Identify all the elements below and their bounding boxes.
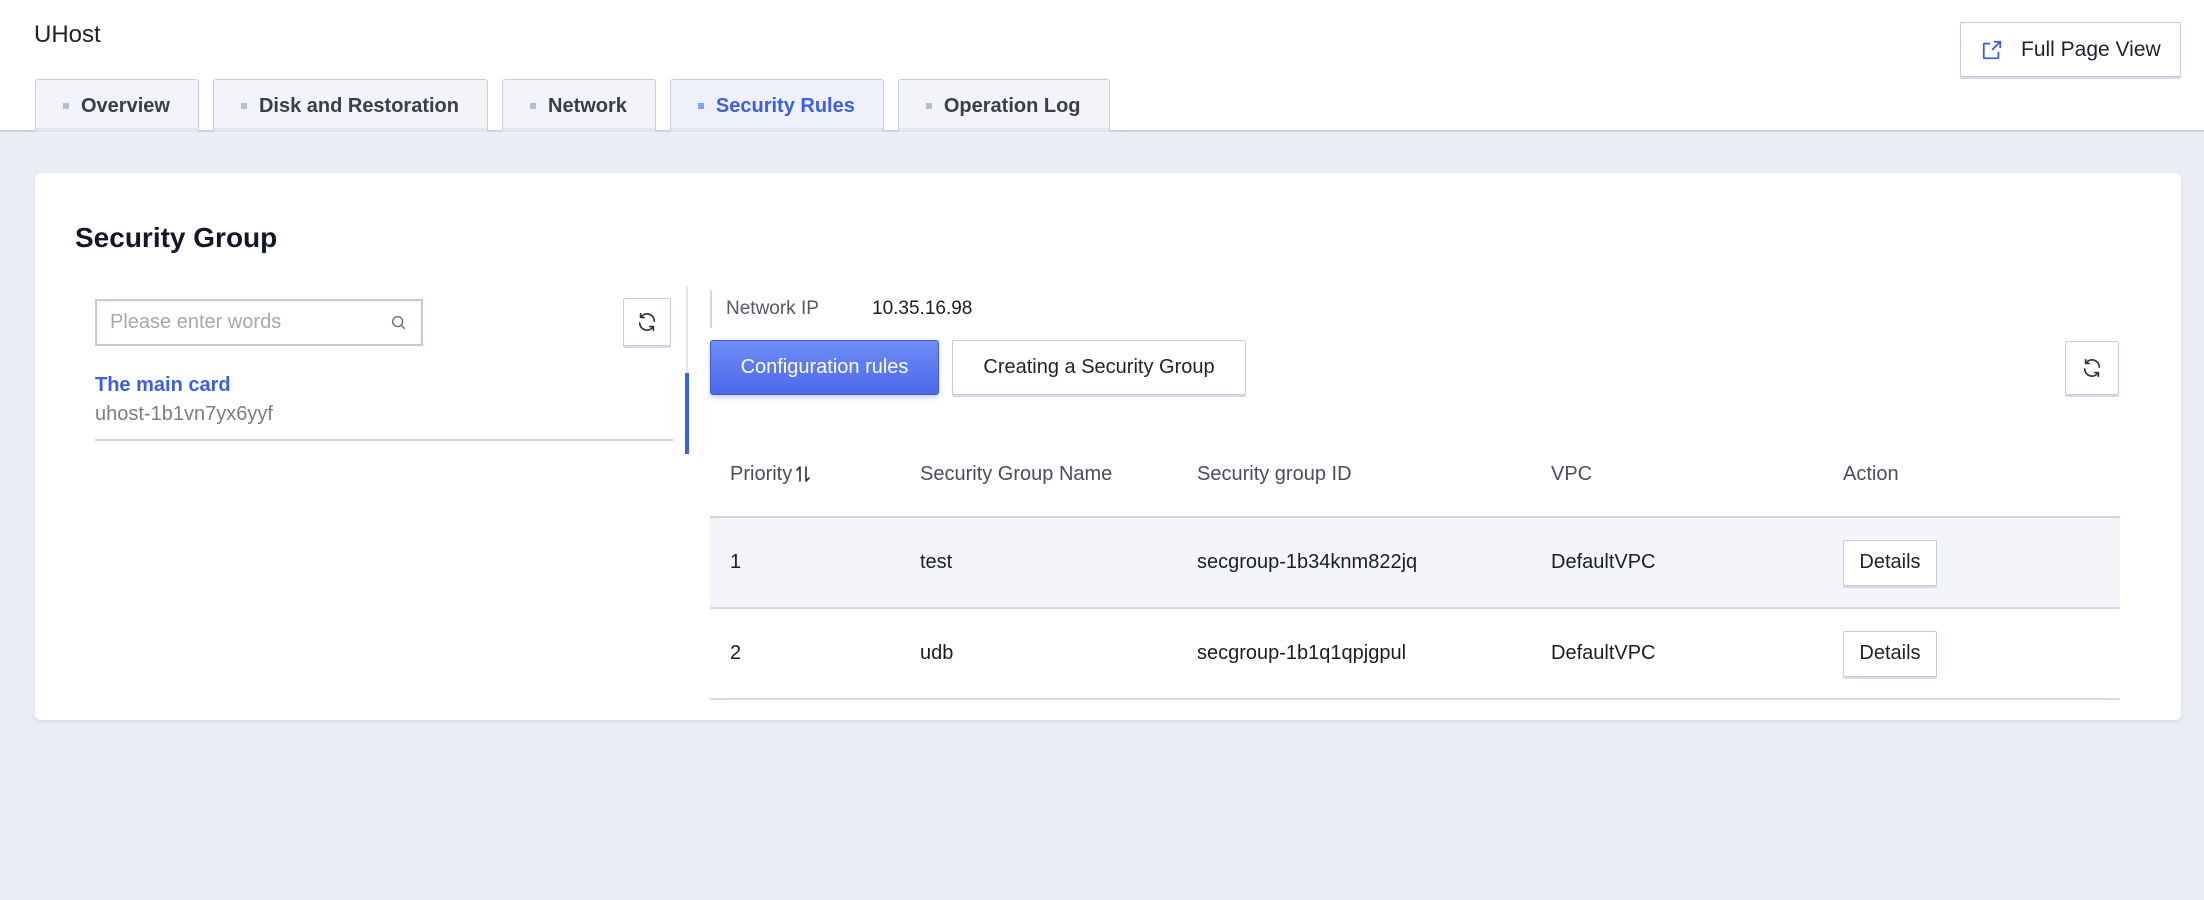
bullet-icon <box>925 103 932 109</box>
cell-name: test <box>920 551 953 573</box>
refresh-icon <box>638 312 656 332</box>
search-input[interactable] <box>97 301 367 344</box>
create-security-group-button[interactable]: Creating a Security Group <box>952 340 1246 395</box>
security-group-table: Priority Security Group Name Security gr… <box>710 433 2120 700</box>
details-button[interactable]: Details <box>1843 539 1937 586</box>
refresh-icon <box>2083 358 2101 378</box>
external-link-icon <box>1982 40 2002 59</box>
table-row: 2 udb secgroup-1b1q1qpjgpul DefaultVPC D… <box>710 609 2120 700</box>
selection-indicator <box>685 373 689 454</box>
bullet-icon <box>63 103 69 109</box>
list-item-subtitle: uhost-1b1vn7yx6yyf <box>95 403 273 425</box>
configuration-rules-button[interactable]: Configuration rules <box>710 340 939 395</box>
bullet-icon <box>530 103 536 109</box>
cell-name: udb <box>920 642 954 664</box>
cell-priority: 1 <box>730 551 742 573</box>
cell-vpc: DefaultVPC <box>1551 551 1656 573</box>
sort-icon[interactable] <box>796 465 811 483</box>
column-vpc: VPC <box>1551 463 1593 485</box>
security-group-card: Security Group The main card uhost-1b1vn… <box>35 173 2181 720</box>
tab-overview[interactable]: Overview <box>35 79 199 132</box>
tab-label: Overview <box>81 94 170 117</box>
tab-label: Network <box>548 94 627 117</box>
list-item-title: The main card <box>95 374 231 396</box>
network-ip-label: Network IP <box>726 298 819 319</box>
section-title: Security Group <box>75 222 278 253</box>
tab-label: Security Rules <box>715 94 855 117</box>
full-page-view-label: Full Page View <box>2021 37 2161 61</box>
column-security-group-id: Security group ID <box>1197 463 1352 485</box>
search-icon[interactable] <box>390 314 408 332</box>
tab-label: Operation Log <box>943 94 1081 117</box>
column-priority[interactable]: Priority <box>710 463 920 486</box>
tab-operation-log[interactable]: Operation Log <box>897 79 1110 132</box>
table-row: 1 test secgroup-1b34knm822jq DefaultVPC … <box>710 518 2120 609</box>
cell-priority: 2 <box>730 642 742 664</box>
refresh-table-button[interactable] <box>2065 341 2119 395</box>
tab-network[interactable]: Network <box>502 79 656 132</box>
column-action: Action <box>1843 463 1899 485</box>
full-page-view-button[interactable]: Full Page View <box>1960 22 2181 77</box>
column-header-label: Priority <box>730 463 793 485</box>
network-ip-row: Network IP 10.35.16.98 <box>710 290 972 328</box>
cell-id: secgroup-1b34knm822jq <box>1197 551 1418 573</box>
search-box <box>95 299 423 346</box>
tab-disk-and-restoration[interactable]: Disk and Restoration <box>212 79 488 132</box>
table-header: Priority Security Group Name Security gr… <box>710 433 2120 518</box>
cell-action: Details <box>1843 539 2120 586</box>
cell-vpc: DefaultVPC <box>1551 642 1656 664</box>
tab-bar: Overview Disk and Restoration Network Se… <box>35 79 1124 133</box>
refresh-list-button[interactable] <box>623 298 671 346</box>
bullet-icon <box>697 103 704 109</box>
tab-security-rules[interactable]: Security Rules <box>669 79 884 132</box>
cell-action: Details <box>1843 630 2120 677</box>
cell-id: secgroup-1b1q1qpjgpul <box>1197 642 1407 664</box>
tab-label: Disk and Restoration <box>258 94 459 117</box>
network-ip-value: 10.35.16.98 <box>872 298 973 319</box>
bullet-icon <box>240 103 247 109</box>
list-item[interactable]: The main card uhost-1b1vn7yx6yyf <box>95 371 673 441</box>
app-title: UHost <box>34 21 101 48</box>
column-security-group-name: Security Group Name <box>920 463 1113 485</box>
top-bar: UHost Full Page View Overview Disk and R… <box>0 0 2204 132</box>
details-button[interactable]: Details <box>1843 630 1937 677</box>
